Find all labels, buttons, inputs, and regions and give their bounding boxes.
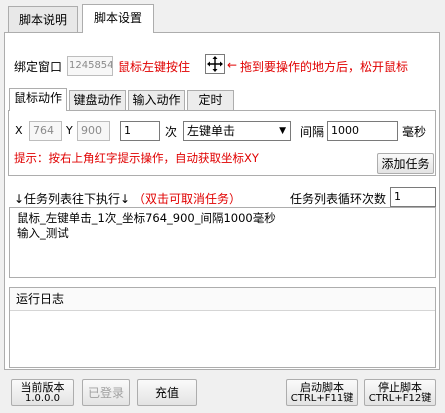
version-value: 1.0.0.0 [25, 392, 60, 404]
start-script-button[interactable]: 启动脚本 CTRL+F11键 [286, 379, 358, 406]
interval-field[interactable]: 1000 [327, 121, 398, 141]
crosshair-drag-target[interactable] [205, 54, 225, 74]
tab-label: 脚本说明 [18, 13, 67, 27]
recharge-button[interactable]: 充值 [137, 379, 197, 406]
move-crosshair-icon [207, 56, 223, 72]
interval-unit: 毫秒 [402, 125, 427, 139]
drag-hint-left: 鼠标左键按住 [118, 60, 191, 74]
subtab-timer[interactable]: 定时 [187, 90, 234, 110]
log-title: 运行日志 [10, 288, 435, 311]
version-label: 当前版本 [20, 380, 65, 394]
list-item[interactable]: 鼠标_左键单击_1次_坐标764_900_间隔1000毫秒 [17, 211, 428, 226]
interval-value: 1000 [331, 124, 359, 137]
subtab-label: 鼠标动作 [13, 91, 62, 105]
y-label: Y [66, 124, 73, 137]
interval-label: 间隔 [300, 125, 325, 139]
logged-in-label: 已登录 [87, 386, 124, 400]
list-item[interactable]: 输入_测试 [17, 226, 428, 241]
subtab-label: 输入动作 [132, 93, 181, 107]
stop-script-button[interactable]: 停止脚本 CTRL+F12键 [364, 379, 436, 406]
x-value: 764 [33, 124, 54, 137]
x-coordinate-field: 764 [29, 121, 62, 141]
bind-window-label: 绑定窗口 [14, 60, 63, 74]
tab-script-description[interactable]: 脚本说明 [8, 6, 78, 32]
mouse-action-select[interactable]: 左键单击 ▼ [183, 121, 291, 141]
logged-in-button: 已登录 [82, 379, 130, 406]
subtab-keyboard-action[interactable]: 键盘动作 [69, 90, 126, 110]
task-list[interactable]: 鼠标_左键单击_1次_坐标764_900_间隔1000毫秒 输入_测试 [9, 207, 436, 278]
tab-script-settings[interactable]: 脚本设置 [82, 4, 154, 33]
drag-hint-arrow: ← [227, 58, 238, 72]
window-handle-field: 1245854 [67, 56, 113, 76]
click-count-value: 1 [124, 124, 131, 137]
mouse-action-pane [8, 110, 436, 176]
count-unit: 次 [165, 125, 178, 139]
click-count-field[interactable]: 1 [120, 121, 160, 141]
y-coordinate-field: 900 [77, 121, 110, 141]
task-list-header: ↓任务列表往下执行↓ [14, 192, 131, 206]
tab-label: 脚本设置 [93, 11, 142, 25]
subtab-mouse-action[interactable]: 鼠标动作 [9, 88, 67, 111]
loop-count-field[interactable]: 1 [390, 187, 436, 207]
x-label: X [15, 124, 23, 137]
start-script-hotkey: CTRL+F11键 [290, 392, 354, 404]
version-button[interactable]: 当前版本 1.0.0.0 [11, 379, 74, 406]
mouse-action-selected: 左键单击 [187, 124, 236, 138]
subtab-label: 键盘动作 [73, 93, 122, 107]
loop-count-label: 任务列表循环次数 [290, 192, 387, 206]
subtab-input-action[interactable]: 输入动作 [128, 90, 185, 110]
loop-count-value: 1 [394, 190, 401, 203]
add-task-button[interactable]: 添加任务 [377, 153, 434, 174]
dropdown-arrow-icon: ▼ [279, 126, 286, 136]
log-panel: 运行日志 [9, 287, 436, 368]
y-value: 900 [81, 124, 102, 137]
recharge-label: 充值 [154, 386, 179, 400]
window-handle-value: 1245854 [69, 60, 113, 71]
start-script-label: 启动脚本 [300, 380, 344, 394]
stop-script-hotkey: CTRL+F12键 [368, 392, 432, 404]
stop-script-label: 停止脚本 [378, 380, 422, 394]
subtab-label: 定时 [198, 93, 223, 107]
coordinate-tip: 提示：按右上角红字提示操作，自动获取坐标XY [14, 151, 259, 165]
task-cancel-hint: （双击可取消任务） [133, 192, 242, 206]
drag-hint-right: 拖到要操作的地方后，松开鼠标 [240, 60, 409, 74]
add-task-label: 添加任务 [381, 157, 430, 171]
